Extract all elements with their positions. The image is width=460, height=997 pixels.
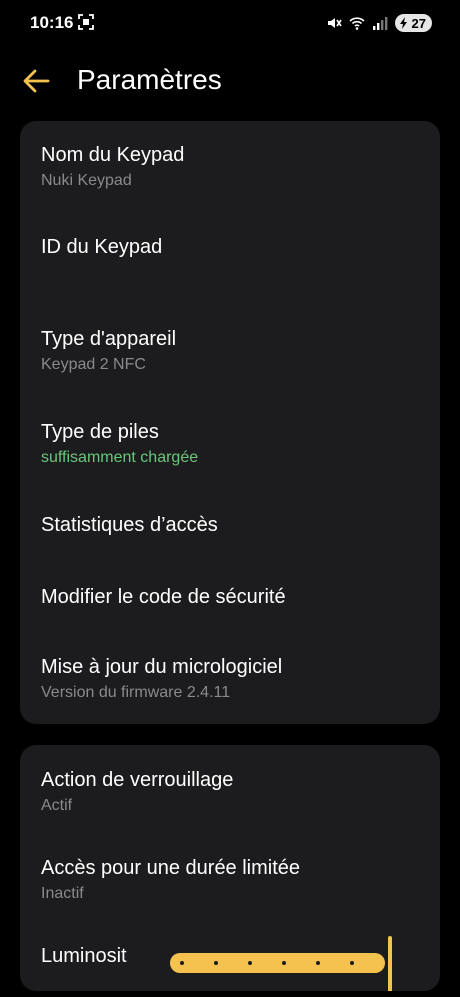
setting-value: Nuki Keypad (41, 172, 132, 189)
setting-label: Mise à jour du micrologiciel (41, 656, 283, 678)
setting-device-type[interactable]: Type d'appareil Keypad 2 NFC (41, 327, 420, 375)
setting-limited-access[interactable]: Accès pour une durée limitée Inactif (41, 856, 420, 904)
settings-card-device: Nom du Keypad Nuki Keypad ID du Keypad T… (20, 121, 440, 724)
setting-label: Type d'appareil (41, 328, 177, 350)
slider-step-dot (282, 961, 286, 965)
setting-label: Nom du Keypad (41, 144, 185, 166)
setting-label: Accès pour une durée limitée (41, 857, 301, 879)
battery-indicator: 27 (394, 14, 432, 32)
app-bar: Paramètres (0, 50, 460, 112)
mute-icon (327, 18, 342, 28)
status-time: 10:16 (30, 13, 74, 32)
setting-label: Statistiques d’accès (41, 514, 218, 536)
wifi-icon (348, 17, 365, 30)
battery-level: 27 (411, 15, 426, 31)
battery-charging-icon (399, 17, 407, 29)
slider-step-dot (248, 961, 252, 965)
slider-step-dot (350, 961, 354, 965)
slider-handle[interactable] (388, 936, 392, 991)
setting-label: Luminosit (41, 945, 127, 967)
slider-step-dot (316, 961, 320, 965)
battery-status: suffisamment chargée (41, 449, 199, 466)
setting-keypad-name[interactable]: Nom du Keypad Nuki Keypad (41, 143, 420, 191)
back-arrow-icon[interactable] (22, 68, 50, 94)
slider-track (170, 953, 385, 973)
setting-label: Modifier le code de sécurité (41, 586, 286, 608)
brightness-slider[interactable] (170, 936, 415, 991)
slider-step-dot (180, 961, 184, 965)
setting-label: Type de piles (41, 421, 159, 443)
setting-access-stats[interactable]: Statistiques d’accès (41, 513, 420, 537)
setting-value: Actif (41, 797, 73, 814)
settings-card-behavior: Action de verrouillage Actif Accès pour … (20, 745, 440, 991)
setting-value: Version du firmware 2.4.11 (41, 684, 231, 701)
setting-change-security-code[interactable]: Modifier le code de sécurité (41, 585, 420, 609)
setting-value: Inactif (41, 885, 84, 902)
setting-keypad-id[interactable]: ID du Keypad (41, 235, 420, 263)
status-bar: 10:16 27 (0, 0, 460, 46)
setting-firmware-update[interactable]: Mise à jour du micrologiciel Version du … (41, 655, 420, 703)
setting-brightness: Luminosit (41, 944, 127, 968)
setting-value: Keypad 2 NFC (41, 356, 146, 373)
setting-lock-action[interactable]: Action de verrouillage Actif (41, 768, 420, 816)
slider-step-dot (214, 961, 218, 965)
signal-icon (372, 17, 387, 30)
screenshot-icon (78, 14, 94, 30)
page-title: Paramètres (77, 64, 222, 95)
setting-label: Action de verrouillage (41, 769, 234, 791)
setting-label: ID du Keypad (41, 236, 163, 258)
setting-battery-type[interactable]: Type de piles suffisamment chargée (41, 420, 420, 468)
